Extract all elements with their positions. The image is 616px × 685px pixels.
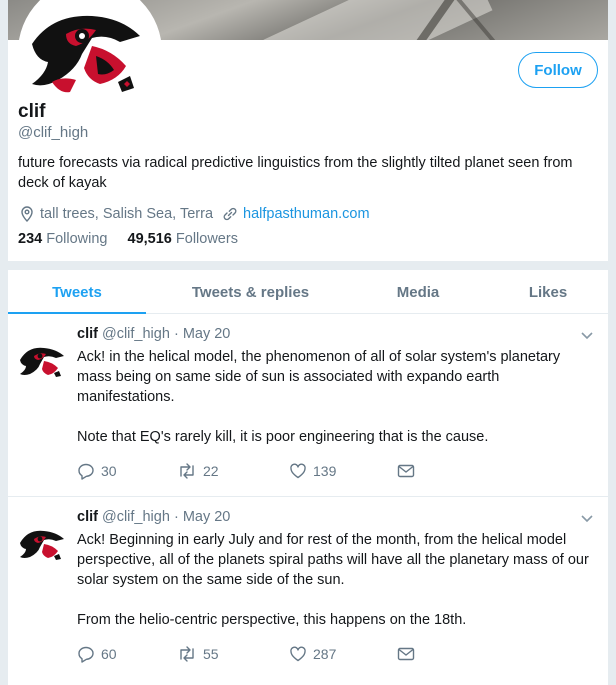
retweet-icon — [180, 646, 194, 662]
profile-tabs: Tweets Tweets & replies Media Likes — [8, 270, 608, 314]
reply-button[interactable]: 60 — [77, 645, 177, 663]
tweet[interactable]: clif @clif_high · May 20 Ack! in the hel… — [8, 314, 608, 497]
following-label: Following — [46, 231, 108, 247]
retweet-button[interactable]: 55 — [177, 645, 289, 663]
retweet-count: 22 — [203, 463, 219, 479]
reply-icon — [78, 463, 94, 480]
reply-count: 30 — [101, 463, 117, 479]
tweet-separator: · — [173, 509, 179, 525]
tweet-header: clif @clif_high · May 20 — [77, 509, 230, 525]
tweet-header: clif @clif_high · May 20 — [77, 326, 230, 342]
like-count: 139 — [313, 463, 337, 479]
link-icon — [221, 205, 239, 223]
following-stat[interactable]: 234 Following — [18, 231, 107, 247]
tweet-actions: 60 55 287 — [77, 645, 415, 663]
following-count: 234 — [18, 231, 43, 247]
tweet-separator: · — [173, 326, 179, 342]
like-button[interactable]: 287 — [289, 645, 397, 663]
tweet-author-handle[interactable]: @clif_high — [102, 326, 170, 342]
tab-tweets-replies[interactable]: Tweets & replies — [158, 284, 343, 301]
reply-count: 60 — [101, 646, 117, 662]
tweet-paragraph: Ack! in the helical model, the phenomeno… — [77, 349, 561, 405]
tweet-author-name[interactable]: clif — [77, 326, 98, 342]
profile-location: tall trees, Salish Sea, Terra — [40, 206, 214, 222]
timeline: Tweets Tweets & replies Media Likes clif… — [8, 270, 608, 685]
tweet-author-name[interactable]: clif — [77, 509, 98, 525]
tab-likes[interactable]: Likes — [498, 284, 598, 301]
tab-media[interactable]: Media — [368, 284, 468, 301]
tweet[interactable]: clif @clif_high · May 20 Ack! Beginning … — [8, 497, 608, 685]
tab-tweets[interactable]: Tweets — [8, 284, 146, 301]
tweet-date[interactable]: May 20 — [183, 326, 231, 342]
like-button[interactable]: 139 — [289, 462, 397, 480]
profile-card: Follow clif @clif_high future forecasts … — [8, 0, 608, 261]
tweet-paragraph: From the helio-centric perspective, this… — [77, 612, 467, 628]
profile-name: clif — [18, 101, 46, 122]
tweet-avatar[interactable] — [18, 340, 68, 380]
followers-label: Followers — [175, 231, 238, 247]
retweet-count: 55 — [203, 646, 219, 662]
tweet-date[interactable]: May 20 — [183, 509, 231, 525]
tweet-paragraph: Note that EQ's rarely kill, it is poor e… — [77, 429, 489, 445]
chevron-down-icon[interactable] — [580, 511, 594, 525]
profile-website-link[interactable]: halfpasthuman.com — [243, 206, 370, 222]
tweet-author-handle[interactable]: @clif_high — [102, 509, 170, 525]
chevron-down-icon[interactable] — [580, 328, 594, 342]
tweet-avatar[interactable] — [18, 523, 68, 563]
followers-count: 49,516 — [127, 231, 172, 247]
profile-meta: tall trees, Salish Sea, Terra halfpasthu… — [18, 205, 370, 223]
message-icon — [397, 464, 415, 478]
tweet-text: Ack! Beginning in early July and for res… — [77, 530, 597, 630]
like-icon — [290, 646, 306, 662]
message-icon — [397, 647, 415, 661]
profile-bio: future forecasts via radical predictive … — [18, 155, 573, 191]
follow-button[interactable]: Follow — [518, 52, 598, 88]
like-icon — [290, 463, 306, 479]
profile-counts: 234 Following 49,516 Followers — [18, 231, 238, 247]
reply-icon — [78, 646, 94, 663]
tweet-text: Ack! in the helical model, the phenomeno… — [77, 347, 597, 447]
retweet-button[interactable]: 22 — [177, 462, 289, 480]
direct-message-button[interactable] — [397, 463, 415, 479]
reply-button[interactable]: 30 — [77, 462, 177, 480]
followers-stat[interactable]: 49,516 Followers — [128, 231, 238, 247]
profile-handle: @clif_high — [18, 124, 89, 141]
tweet-actions: 30 22 139 — [77, 462, 415, 480]
direct-message-button[interactable] — [397, 646, 415, 662]
location-icon — [18, 205, 36, 223]
retweet-icon — [180, 463, 194, 479]
tweet-paragraph: Ack! Beginning in early July and for res… — [77, 532, 589, 588]
like-count: 287 — [313, 646, 337, 662]
